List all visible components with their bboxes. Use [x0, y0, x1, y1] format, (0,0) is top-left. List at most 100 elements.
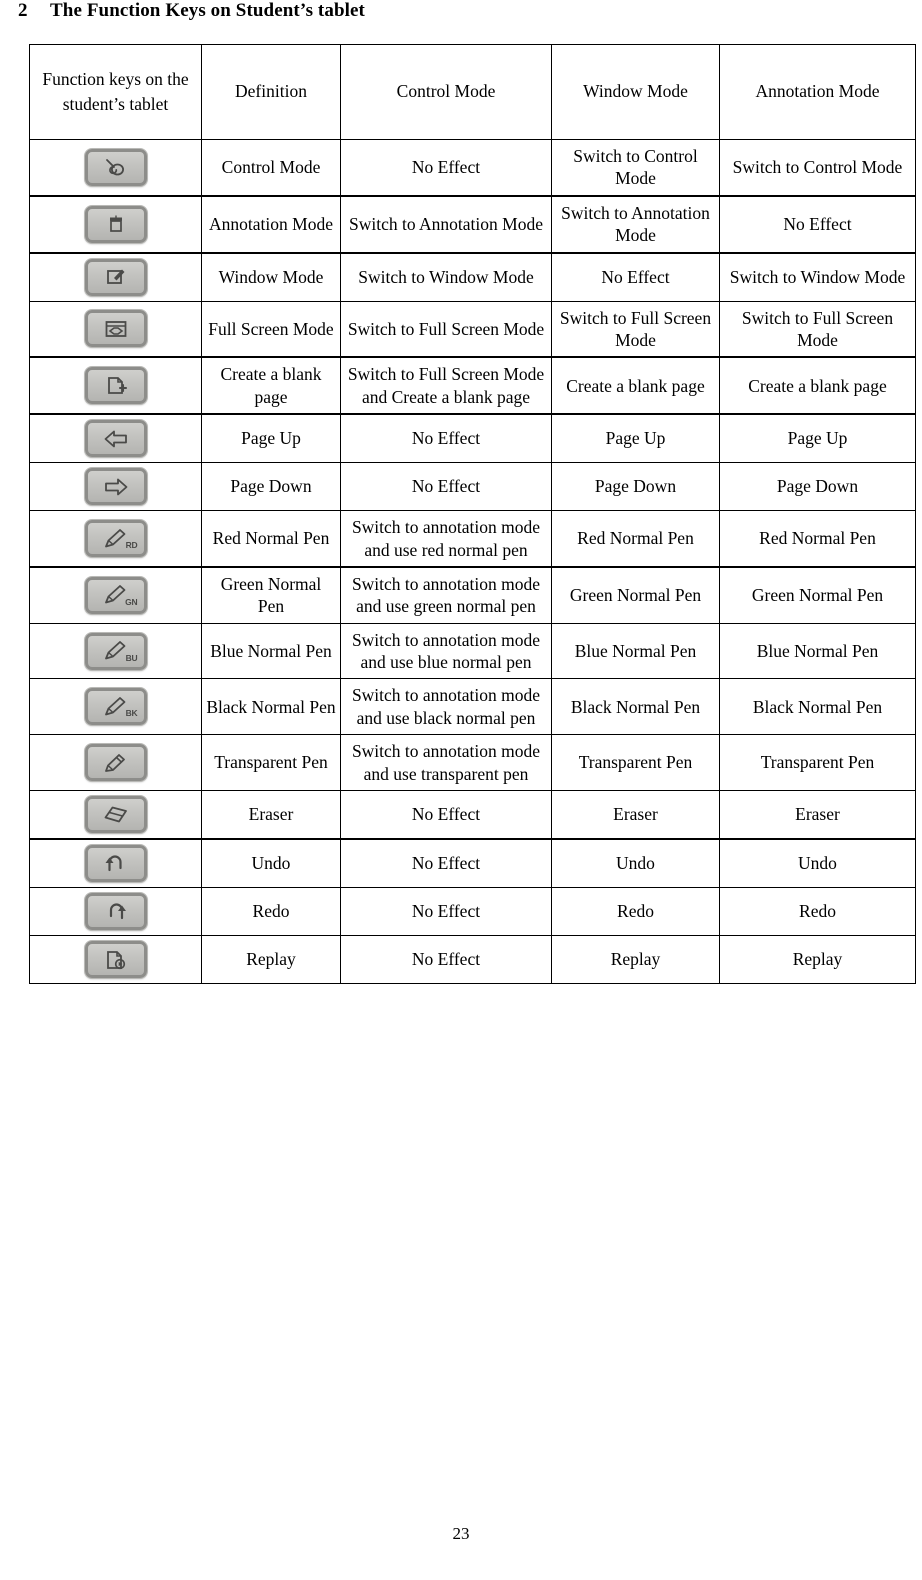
table-row: Full Screen Mode Switch to Full Screen Mo…: [29, 300, 916, 358]
function-key-cell: BU: [29, 622, 202, 680]
definition-cell: Window Mode: [201, 251, 341, 302]
control-mode-cell: No Effect: [340, 887, 552, 937]
pen-icon[interactable]: GN: [84, 576, 147, 614]
page-footer: 23: [0, 1524, 922, 1544]
function-key-cell: [29, 935, 202, 985]
function-key-cell: [29, 887, 202, 937]
table-row: Create a blank page Switch to Full Screen…: [29, 356, 916, 415]
table-row: GN Green Normal Pen Switch to annotation m…: [29, 565, 916, 624]
function-key-cell: [29, 462, 202, 512]
window-mode-cell: Red Normal Pen: [551, 510, 720, 568]
function-key-cell: [29, 790, 202, 840]
annotation-mode-cell: Red Normal Pen: [719, 510, 916, 568]
window-pen-icon[interactable]: [84, 258, 147, 296]
definition-cell: Page Up: [201, 413, 341, 464]
section-title: The Function Keys on Student’s tablet: [50, 0, 365, 21]
eraser-icon[interactable]: [84, 796, 147, 834]
control-mode-cell: No Effect: [340, 790, 552, 840]
definition-cell: Annotation Mode: [201, 194, 341, 254]
annotation-mode-cell: Black Normal Pen: [719, 678, 916, 736]
table-row: Redo No Effect Redo Redo: [29, 887, 916, 937]
column-header-function-keys: Function keys on the student’s tablet: [29, 44, 202, 140]
control-mode-cell: No Effect: [340, 838, 552, 889]
annotation-board-icon[interactable]: [84, 205, 147, 243]
annotation-mode-cell: No Effect: [719, 194, 916, 254]
window-mode-cell: Switch to Annotation Mode: [551, 194, 720, 254]
document-page: 2 The Function Keys on Student’s tablet …: [0, 0, 922, 1580]
table-row: Page Down No Effect Page Down Page Down: [29, 462, 916, 512]
control-mode-cell: Switch to annotation mode and use transp…: [340, 734, 552, 792]
transparent-pen-icon[interactable]: [84, 744, 147, 782]
annotation-mode-cell: Page Down: [719, 462, 916, 512]
pen-icon[interactable]: BU: [84, 632, 147, 670]
window-mode-cell: Green Normal Pen: [551, 565, 720, 624]
table-row: Eraser No Effect Eraser Eraser: [29, 790, 916, 840]
table-row: Replay No Effect Replay Replay: [29, 935, 916, 985]
window-mode-cell: Blue Normal Pen: [551, 622, 720, 680]
table-row: Page Up No Effect Page Up Page Up: [29, 413, 916, 464]
undo-icon[interactable]: [84, 845, 147, 883]
redo-icon[interactable]: [84, 893, 147, 931]
annotation-mode-cell: Blue Normal Pen: [719, 622, 916, 680]
annotation-mode-cell: Page Up: [719, 413, 916, 464]
window-mode-cell: Create a blank page: [551, 356, 720, 415]
annotation-mode-cell: Replay: [719, 935, 916, 985]
function-key-cell: BK: [29, 678, 202, 736]
annotation-mode-cell: Switch to Full Screen Mode: [719, 300, 916, 358]
definition-cell: Control Mode: [201, 138, 341, 197]
control-mode-cell: Switch to Annotation Mode: [340, 194, 552, 254]
annotation-mode-cell: Green Normal Pen: [719, 565, 916, 624]
table-row: Annotation Mode Switch to Annotation Mode…: [29, 194, 916, 254]
window-mode-cell: Page Down: [551, 462, 720, 512]
pen-color-tag: BU: [125, 652, 138, 663]
column-header-annotation-mode: Annotation Mode: [719, 44, 916, 140]
new-page-icon[interactable]: [84, 367, 147, 405]
control-mode-cell: Switch to Full Screen Mode and Create a …: [340, 356, 552, 415]
definition-cell: Undo: [201, 838, 341, 889]
mouse-pointer-icon[interactable]: [84, 148, 147, 186]
window-mode-cell: Replay: [551, 935, 720, 985]
function-key-cell: [29, 356, 202, 415]
page-number: 23: [452, 1524, 470, 1543]
table-row: Undo No Effect Undo Undo: [29, 838, 916, 889]
full-screen-icon[interactable]: [84, 310, 147, 348]
function-key-cell: [29, 734, 202, 792]
control-mode-cell: No Effect: [340, 935, 552, 985]
function-keys-table-wrapper: Function keys on the student’s tablet De…: [29, 44, 916, 985]
function-key-cell: [29, 194, 202, 254]
annotation-mode-cell: Redo: [719, 887, 916, 937]
window-mode-cell: Undo: [551, 838, 720, 889]
column-header-definition: Definition: [201, 44, 341, 140]
definition-cell: Blue Normal Pen: [201, 622, 341, 680]
pen-color-tag: GN: [125, 596, 138, 607]
arrow-left-icon[interactable]: [84, 420, 147, 458]
table-row: Control Mode No Effect Switch to Control M…: [29, 138, 916, 197]
control-mode-cell: Switch to Window Mode: [340, 251, 552, 302]
window-mode-cell: Page Up: [551, 413, 720, 464]
definition-cell: Eraser: [201, 790, 341, 840]
definition-cell: Red Normal Pen: [201, 510, 341, 568]
pen-color-tag: RD: [125, 540, 138, 551]
annotation-mode-cell: Switch to Window Mode: [719, 251, 916, 302]
table-body: Control Mode No Effect Switch to Control M…: [29, 138, 916, 985]
function-key-cell: [29, 251, 202, 302]
control-mode-cell: Switch to annotation mode and use blue n…: [340, 622, 552, 680]
pen-icon[interactable]: BK: [84, 688, 147, 726]
arrow-right-icon[interactable]: [84, 468, 147, 506]
table-row: Transparent Pen Switch to annotation mode…: [29, 734, 916, 792]
column-header-control-mode: Control Mode: [340, 44, 552, 140]
control-mode-cell: Switch to annotation mode and use red no…: [340, 510, 552, 568]
definition-cell: Green Normal Pen: [201, 565, 341, 624]
annotation-mode-cell: Undo: [719, 838, 916, 889]
definition-cell: Page Down: [201, 462, 341, 512]
definition-cell: Replay: [201, 935, 341, 985]
function-key-cell: [29, 300, 202, 358]
annotation-mode-cell: Create a blank page: [719, 356, 916, 415]
control-mode-cell: No Effect: [340, 138, 552, 197]
control-mode-cell: Switch to annotation mode and use green …: [340, 565, 552, 624]
definition-cell: Create a blank page: [201, 356, 341, 415]
annotation-mode-cell: Switch to Control Mode: [719, 138, 916, 197]
replay-icon[interactable]: [84, 941, 147, 979]
definition-cell: Full Screen Mode: [201, 300, 341, 358]
pen-icon[interactable]: RD: [84, 520, 147, 558]
